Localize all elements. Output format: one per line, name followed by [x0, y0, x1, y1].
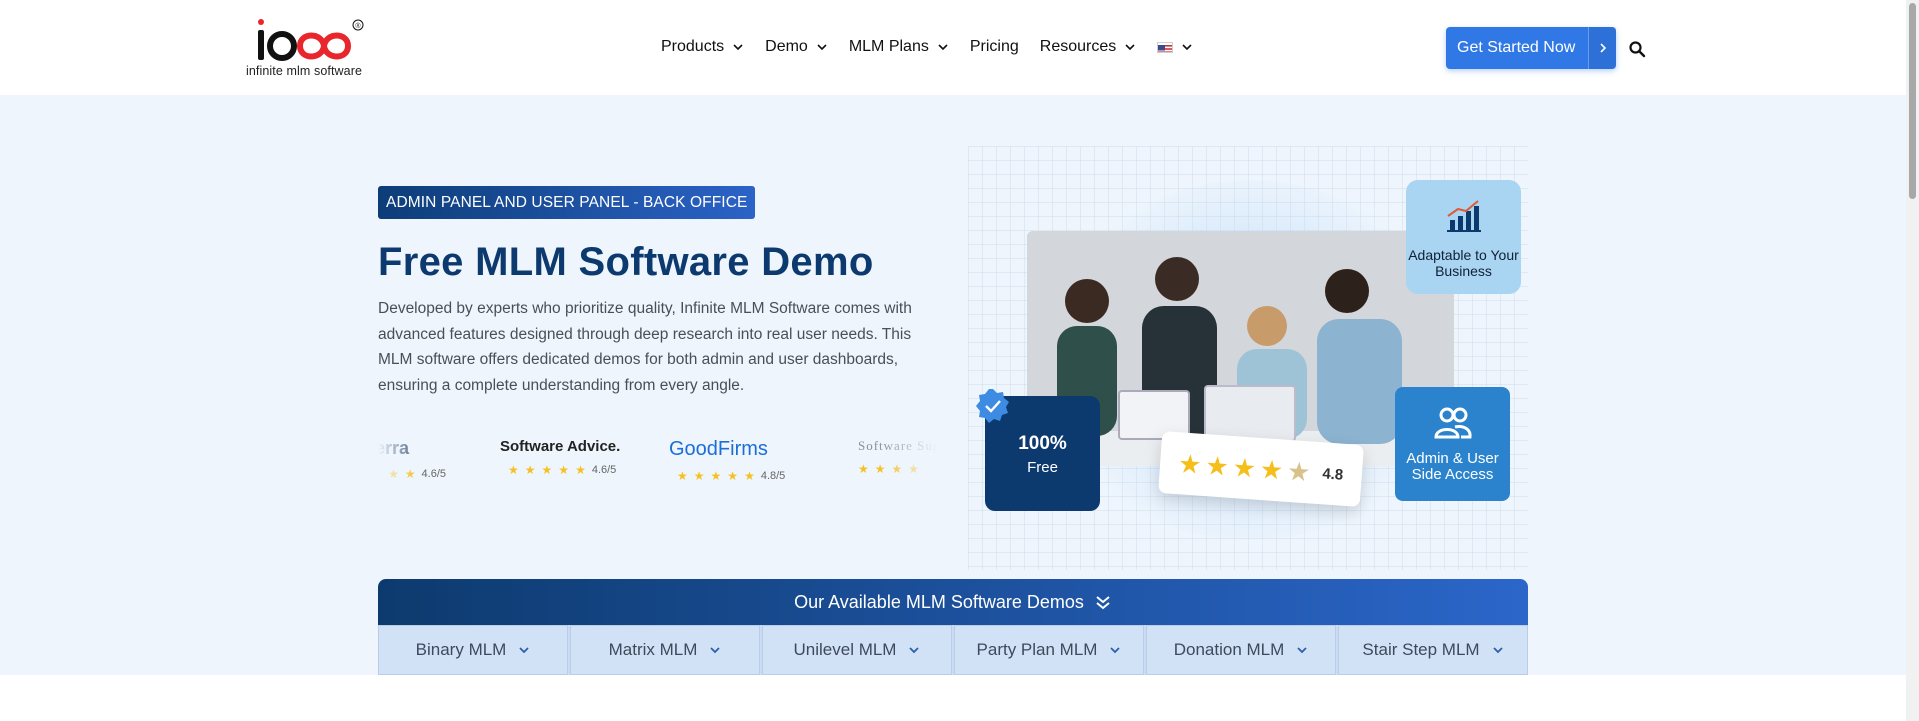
- star-icon: ★: [541, 463, 553, 477]
- star-icon: ★: [710, 469, 722, 483]
- star-icon: ★: [1231, 451, 1258, 484]
- page-title: Free MLM Software Demo: [378, 240, 874, 284]
- site-logo[interactable]: ® infinite mlm software: [246, 18, 372, 80]
- double-chevron-down-icon: [1096, 596, 1110, 610]
- language-selector[interactable]: [1157, 41, 1193, 53]
- free-label: Free: [1027, 459, 1058, 476]
- nav-item-label: Products: [661, 38, 725, 55]
- demos-heading: Our Available MLM Software Demos: [378, 579, 1528, 625]
- rating-value: 4.8: [1321, 464, 1344, 484]
- chevron-down-icon: [938, 44, 948, 51]
- admin-access-label: Admin & User Side Access: [1406, 450, 1499, 483]
- nav-item-label: Resources: [1039, 38, 1117, 55]
- chevron-right-icon: [1588, 27, 1616, 69]
- tab-stair-step-mlm[interactable]: Stair Step MLM: [1338, 625, 1528, 675]
- star-icon: ★: [524, 463, 536, 477]
- nav-item-resources[interactable]: Resources: [1040, 38, 1136, 56]
- logo-1000-icon: ®: [258, 19, 364, 61]
- tab-label: Unilevel MLM: [793, 640, 897, 659]
- review-goodfirms[interactable]: GoodFirms ★ ★ ★ ★ ★ 4.8/5: [669, 438, 785, 498]
- nav-item-pricing[interactable]: Pricing: [970, 38, 1019, 56]
- tab-donation-mlm[interactable]: Donation MLM: [1146, 625, 1336, 675]
- free-percent: 100%: [1018, 433, 1067, 454]
- tab-unilevel-mlm[interactable]: Unilevel MLM: [762, 625, 952, 675]
- fade-right: [878, 438, 938, 498]
- review-logos: apterra ★★ 4.6/5 Software Advice. ★★★★★ …: [378, 438, 938, 498]
- demos-heading-label: Our Available MLM Software Demos: [794, 591, 1084, 612]
- chevron-down-icon: [519, 647, 529, 654]
- admin-access-card: Admin & User Side Access: [1395, 387, 1510, 501]
- review-rating: 4.6/5: [421, 468, 446, 480]
- chevron-down-icon: [1182, 44, 1192, 51]
- nav-item-demo[interactable]: Demo: [765, 38, 828, 56]
- tab-label: Donation MLM: [1173, 640, 1285, 659]
- get-started-button[interactable]: Get Started Now: [1446, 27, 1616, 69]
- users-icon: [1433, 407, 1472, 439]
- review-name: GoodFirms: [669, 438, 768, 460]
- page-scrollbar[interactable]: [1906, 0, 1919, 721]
- chevron-down-icon: [1492, 647, 1503, 654]
- tab-label: Matrix MLM: [608, 640, 698, 659]
- chevron-down-icon: [817, 44, 827, 51]
- adaptable-label: Adaptable to Your Business: [1408, 247, 1519, 279]
- registered-mark: ®: [355, 22, 361, 30]
- hero-description: Developed by experts who prioritize qual…: [378, 300, 912, 394]
- get-started-label: Get Started Now: [1457, 39, 1576, 56]
- chevron-down-icon: [1297, 647, 1307, 654]
- tab-party-plan-mlm[interactable]: Party Plan MLM: [954, 625, 1144, 675]
- adaptable-card: Adaptable to Your Business: [1406, 180, 1521, 294]
- chevron-down-icon: [710, 647, 721, 654]
- search-icon[interactable]: [1628, 40, 1646, 58]
- scrollbar-thumb[interactable]: [1909, 3, 1916, 199]
- nav-item-mlm-plans[interactable]: MLM Plans: [849, 38, 949, 56]
- tab-binary-mlm[interactable]: Binary MLM: [378, 625, 568, 675]
- chevron-down-icon: [909, 647, 920, 654]
- chevron-down-icon: [1110, 647, 1121, 654]
- star-icon: ★: [1258, 453, 1285, 486]
- star-icon: ★: [744, 469, 755, 483]
- tab-label: Stair Step MLM: [1362, 640, 1480, 659]
- growth-chart-icon: [1446, 200, 1481, 232]
- star-icon: ★: [677, 469, 688, 483]
- nav-item-label: Pricing: [969, 38, 1019, 55]
- review-software-advice[interactable]: Software Advice. ★ ★ ★ ★ ★ 4.6/5: [500, 438, 620, 498]
- star-icon: ★: [727, 469, 739, 483]
- verified-check-icon: [976, 389, 1009, 423]
- us-flag-icon: [1157, 41, 1174, 53]
- star-icon: ★: [1204, 449, 1230, 482]
- review-rating: 4.6/5: [591, 464, 617, 476]
- star-icon: ★: [558, 463, 570, 477]
- star-icon: ★: [858, 462, 869, 476]
- nav-item-products[interactable]: Products: [661, 38, 744, 56]
- chevron-down-icon: [733, 44, 743, 51]
- star-icon: ★: [1177, 447, 1203, 480]
- fade-left: [378, 438, 418, 498]
- tab-matrix-mlm[interactable]: Matrix MLM: [570, 625, 760, 675]
- nav-item-label: Demo: [765, 38, 808, 55]
- star-icon: ★: [693, 469, 705, 483]
- tab-label: Party Plan MLM: [976, 640, 1098, 659]
- site-header: ® infinite mlm software Products Demo ML…: [0, 0, 1906, 95]
- demo-tabs: Binary MLM Matrix MLM Unilevel MLM Party…: [378, 625, 1528, 675]
- review-name: Software Advice.: [500, 438, 621, 455]
- star-icon: ★: [1286, 455, 1312, 487]
- review-rating: 4.8/5: [760, 470, 786, 482]
- star-icon: ★: [508, 463, 519, 477]
- chevron-down-icon: [1125, 44, 1135, 51]
- hero-badge: ADMIN PANEL AND USER PANEL - BACK OFFICE: [378, 186, 756, 219]
- nav-item-label: MLM Plans: [848, 38, 929, 55]
- tab-label: Binary MLM: [415, 640, 507, 659]
- main-nav: Products Demo MLM Plans Pricing Resource…: [661, 34, 1214, 60]
- star-icon: ★: [575, 463, 586, 477]
- logo-text: infinite mlm software: [246, 64, 363, 78]
